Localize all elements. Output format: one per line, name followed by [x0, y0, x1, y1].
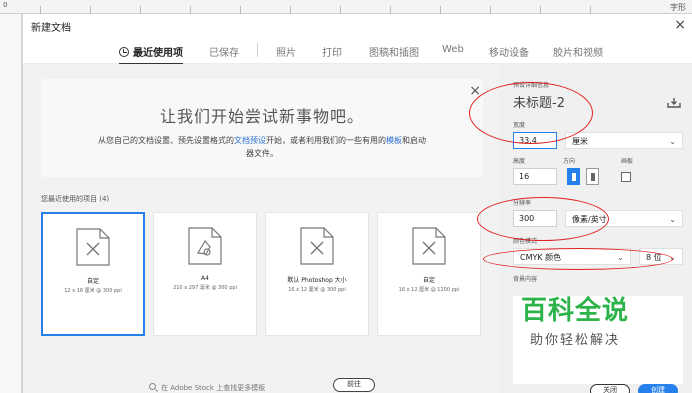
- dialog-titlebar: 新建文档 ×: [23, 14, 692, 38]
- blank-document-icon: [300, 227, 334, 265]
- artboard-label: 画板: [621, 158, 634, 165]
- preset-description: 210 x 297 毫米 @ 300 ppi: [173, 285, 237, 291]
- landscape-orientation-button[interactable]: [586, 168, 599, 185]
- search-icon: [149, 383, 156, 390]
- width-unit-select[interactable]: 厘米 ⌄: [565, 132, 683, 149]
- landscape-icon: [591, 173, 595, 181]
- chevron-down-icon: ⌄: [617, 253, 624, 262]
- height-label: 高度: [513, 158, 526, 165]
- resolution-unit-value: 像素/英寸: [572, 215, 607, 224]
- save-preset-icon[interactable]: [667, 98, 681, 108]
- color-mode-select[interactable]: CMYK 颜色 ⌄: [513, 248, 631, 265]
- search-go-button[interactable]: 前往: [333, 378, 375, 392]
- print-document-icon: [188, 227, 222, 265]
- preset-description: 12 x 16 厘米 @ 300 ppi: [64, 288, 122, 294]
- recent-items-label: 您最近使用的项目 (4): [41, 195, 110, 203]
- stock-search: 前往: [143, 378, 403, 393]
- width-unit-value: 厘米: [572, 137, 588, 146]
- welcome-title: 让我们开始尝试新事物吧。: [159, 107, 364, 126]
- preset-name: 自定: [86, 278, 99, 285]
- color-mode-label: 颜色模式: [513, 238, 538, 245]
- resolution-label: 分辨率: [513, 200, 532, 207]
- bit-depth-value: 8 位: [646, 253, 662, 262]
- document-name[interactable]: 未标题-2: [513, 92, 565, 111]
- preset-name: 自定: [422, 277, 435, 284]
- ruler-tick: [590, 6, 591, 14]
- portrait-icon: [572, 173, 576, 181]
- ruler-tick: [240, 6, 241, 14]
- ruler-tick: [190, 6, 191, 14]
- chevron-down-icon: ⌄: [669, 253, 676, 262]
- watermark: 百科全说 助你轻松解决: [500, 290, 650, 348]
- preset-card[interactable]: 默认 Photoshop 大小 16 x 12 厘米 @ 300 ppi: [265, 212, 369, 336]
- ruler-tick: [340, 6, 341, 14]
- preset-card[interactable]: 自定 12 x 16 厘米 @ 300 ppi: [41, 212, 145, 336]
- clock-icon: [119, 47, 129, 57]
- chevron-down-icon: ⌄: [669, 137, 676, 146]
- welcome-text-part: 从您自己的文档设置、预先设置格式的: [98, 136, 234, 145]
- blank-document-icon: [412, 227, 446, 265]
- color-mode-value: CMYK 颜色: [520, 253, 562, 262]
- height-input[interactable]: 16: [513, 168, 557, 185]
- ruler-tick: [390, 6, 391, 14]
- tab-saved[interactable]: 已保存: [209, 44, 239, 59]
- tab-divider: [257, 43, 258, 57]
- tab-web[interactable]: Web: [442, 44, 464, 55]
- preset-name: 默认 Photoshop 大小: [287, 277, 347, 284]
- chevron-down-icon: ⌄: [669, 215, 676, 224]
- bit-depth-select[interactable]: 8 位 ⌄: [639, 248, 683, 265]
- width-label: 宽度: [513, 122, 526, 129]
- ruler-tick: [290, 6, 291, 14]
- tab-photo[interactable]: 照片: [276, 44, 296, 59]
- preset-description: 16 x 12 厘米 @ 1200 ppi: [398, 287, 460, 293]
- presets-area: 让我们开始尝试新事物吧。 从您自己的文档设置、预先设置格式的文档预设开始，或者利…: [23, 64, 499, 393]
- ruler-tick: [490, 6, 491, 14]
- dialog-title: 新建文档: [31, 22, 71, 34]
- ruler-tick: [540, 6, 541, 14]
- templates-link[interactable]: 模板: [386, 136, 402, 145]
- stock-search-input[interactable]: [161, 382, 321, 393]
- ruler-tick: [440, 6, 441, 14]
- portrait-orientation-button[interactable]: [567, 168, 580, 185]
- category-tabs: 最近使用项 已保存 照片 打印 图稿和插图 Web 移动设备 胶片和视频: [23, 38, 692, 65]
- tab-art-illustration[interactable]: 图稿和插图: [369, 44, 419, 59]
- background-contents-label: 背景内容: [513, 276, 538, 283]
- preset-description: 16 x 12 厘米 @ 300 ppi: [288, 287, 346, 293]
- horizontal-ruler: 0 字形: [0, 0, 692, 14]
- preset-name: A4: [201, 275, 209, 282]
- ruler-zero-label: 0: [3, 1, 8, 9]
- create-button[interactable]: 创建: [638, 384, 678, 393]
- banner-close-icon[interactable]: ×: [469, 83, 481, 99]
- width-input[interactable]: 33.4: [513, 132, 557, 149]
- artboard-checkbox[interactable]: [621, 172, 631, 182]
- resolution-unit-select[interactable]: 像素/英寸 ⌄: [565, 210, 683, 227]
- welcome-text: 从您自己的文档设置、预先设置格式的文档预设开始，或者利用我们的一些有用的模板和启…: [97, 134, 427, 160]
- orientation-label: 方向: [563, 158, 576, 165]
- preset-card[interactable]: A4 210 x 297 毫米 @ 300 ppi: [153, 212, 257, 336]
- dialog-close-icon[interactable]: ×: [674, 17, 686, 33]
- ruler-tick: [140, 6, 141, 14]
- welcome-banner: 让我们开始尝试新事物吧。 从您自己的文档设置、预先设置格式的文档预设开始，或者利…: [41, 79, 483, 177]
- ruler-tick: [40, 6, 41, 14]
- tab-film-video[interactable]: 胶片和视频: [553, 44, 603, 59]
- tab-print[interactable]: 打印: [322, 44, 342, 59]
- glyphs-panel-label[interactable]: 字形: [670, 2, 686, 13]
- preset-card[interactable]: 自定 16 x 12 厘米 @ 1200 ppi: [377, 212, 481, 336]
- tab-label: 最近使用项: [133, 48, 183, 59]
- resolution-input[interactable]: 300: [513, 210, 557, 227]
- document-presets-link[interactable]: 文档预设: [234, 136, 266, 145]
- tab-recent[interactable]: 最近使用项: [119, 44, 183, 65]
- ruler-tick: [90, 6, 91, 14]
- vertical-ruler: [0, 14, 22, 393]
- preset-details-label: 预设详细信息: [513, 82, 550, 89]
- tab-mobile[interactable]: 移动设备: [489, 44, 529, 59]
- watermark-subtitle: 助你轻松解决: [529, 333, 620, 348]
- watermark-title: 百科全说: [520, 296, 629, 326]
- welcome-text-part: 开始，或者利用我们的一些有用的: [266, 136, 386, 145]
- close-button[interactable]: 关闭: [590, 384, 630, 393]
- blank-document-icon: [76, 228, 110, 266]
